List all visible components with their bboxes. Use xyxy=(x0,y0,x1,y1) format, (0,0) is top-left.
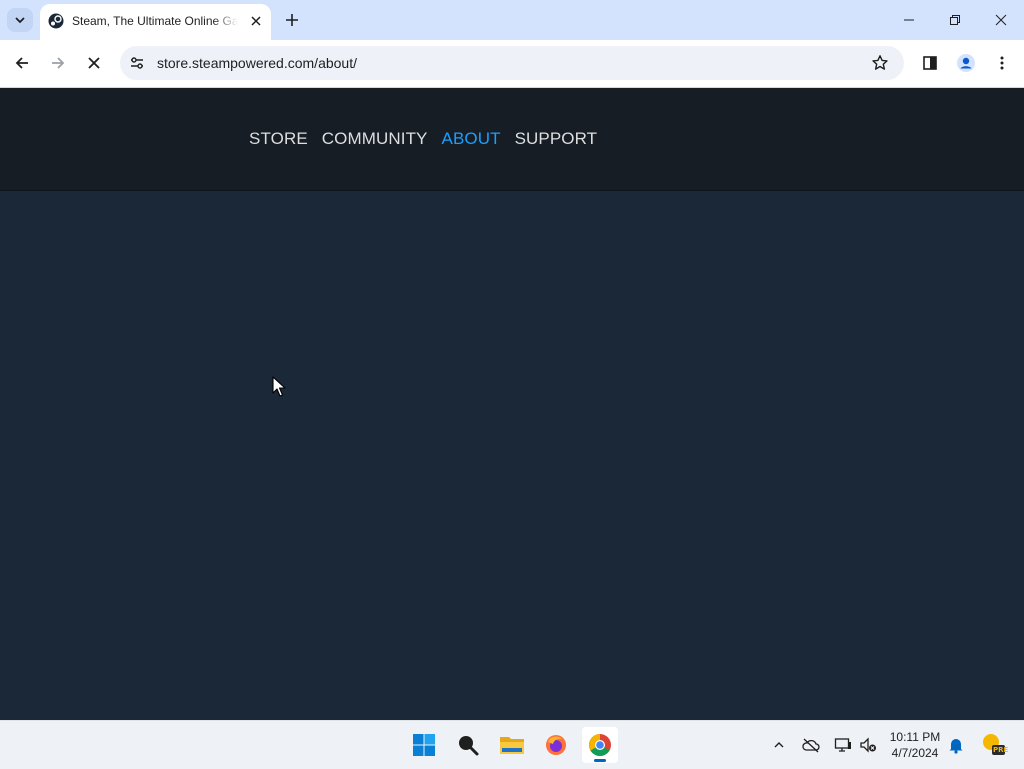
clock-time: 10:11 PM xyxy=(889,730,941,744)
taskbar-search-button[interactable] xyxy=(450,727,486,763)
forward-button[interactable] xyxy=(46,51,70,75)
browser-menu-button[interactable] xyxy=(990,51,1014,75)
notifications-button[interactable] xyxy=(946,735,966,755)
show-hidden-icons-button[interactable] xyxy=(769,735,789,755)
search-icon xyxy=(459,736,479,756)
firefox-icon xyxy=(546,735,566,755)
star-icon xyxy=(872,55,888,70)
minimize-button[interactable] xyxy=(886,0,932,40)
page-content xyxy=(0,191,1024,720)
side-panel-icon xyxy=(923,56,937,70)
nav-store[interactable]: STORE xyxy=(249,129,308,149)
tune-icon xyxy=(131,57,143,69)
cloud-offline-icon xyxy=(802,738,820,753)
restore-icon xyxy=(950,15,960,25)
main-nav: STORE COMMUNITY ABOUT SUPPORT xyxy=(249,129,611,149)
site-info-button[interactable] xyxy=(128,54,146,72)
bookmark-button[interactable] xyxy=(870,53,890,73)
side-panel-button[interactable] xyxy=(918,51,942,75)
tab-search-button[interactable] xyxy=(7,8,33,32)
chevron-up-icon xyxy=(774,742,784,748)
chrome-icon xyxy=(589,734,611,756)
bell-icon xyxy=(949,739,963,754)
clock-date: 4/7/2024 xyxy=(891,746,939,760)
steam-icon xyxy=(48,13,64,29)
chevron-down-icon xyxy=(15,17,25,24)
nav-support[interactable]: SUPPORT xyxy=(515,129,598,149)
arrow-left-icon xyxy=(15,57,28,69)
firefox-button[interactable] xyxy=(538,727,574,763)
back-button[interactable] xyxy=(10,51,34,75)
nav-community[interactable]: COMMUNITY xyxy=(322,129,428,149)
nav-about[interactable]: ABOUT xyxy=(442,129,501,149)
profile-button[interactable] xyxy=(954,51,978,75)
file-explorer-button[interactable] xyxy=(494,727,530,763)
more-vertical-icon xyxy=(1000,56,1004,70)
minimize-icon xyxy=(904,19,914,21)
close-window-button[interactable] xyxy=(978,0,1024,40)
new-tab-button[interactable] xyxy=(282,10,302,30)
weather-widget-button[interactable]: PRE xyxy=(980,731,1009,757)
address-bar[interactable]: store.steampowered.com/about/ xyxy=(120,46,904,80)
windows-start-icon xyxy=(413,734,435,756)
network-icon xyxy=(834,738,851,752)
onedrive-button[interactable] xyxy=(801,735,821,755)
mouse-cursor-icon xyxy=(272,376,286,397)
active-app-indicator xyxy=(594,759,606,762)
pre-badge: PRE xyxy=(993,746,1009,754)
browser-toolbar: store.steampowered.com/about/ xyxy=(0,40,1024,88)
taskbar: 10:11 PM 4/7/2024 PRE xyxy=(0,720,1024,769)
url-text[interactable]: store.steampowered.com/about/ xyxy=(157,55,357,71)
tab-title: Steam, The Ultimate Online Game Platform xyxy=(72,14,238,28)
network-button[interactable] xyxy=(833,735,853,755)
plus-icon xyxy=(286,14,298,26)
volume-muted-icon xyxy=(860,737,876,753)
steam-header: STORE COMMUNITY ABOUT SUPPORT xyxy=(0,88,1024,191)
file-explorer-icon xyxy=(500,737,524,754)
close-icon xyxy=(251,16,261,26)
stop-loading-button[interactable] xyxy=(82,51,106,75)
chrome-button[interactable] xyxy=(582,727,618,763)
restore-button[interactable] xyxy=(932,0,978,40)
taskbar-clock[interactable]: 10:11 PM 4/7/2024 xyxy=(880,729,950,761)
close-tab-button[interactable] xyxy=(247,12,265,30)
avatar-icon xyxy=(957,54,975,72)
volume-button[interactable] xyxy=(858,735,878,755)
tab-strip: Steam, The Ultimate Online Game Platform xyxy=(0,0,1024,40)
arrow-right-icon xyxy=(52,57,65,69)
tab-steam[interactable]: Steam, The Ultimate Online Game Platform xyxy=(40,4,271,40)
close-icon xyxy=(88,57,100,69)
start-button[interactable] xyxy=(406,727,442,763)
close-icon xyxy=(995,14,1007,26)
